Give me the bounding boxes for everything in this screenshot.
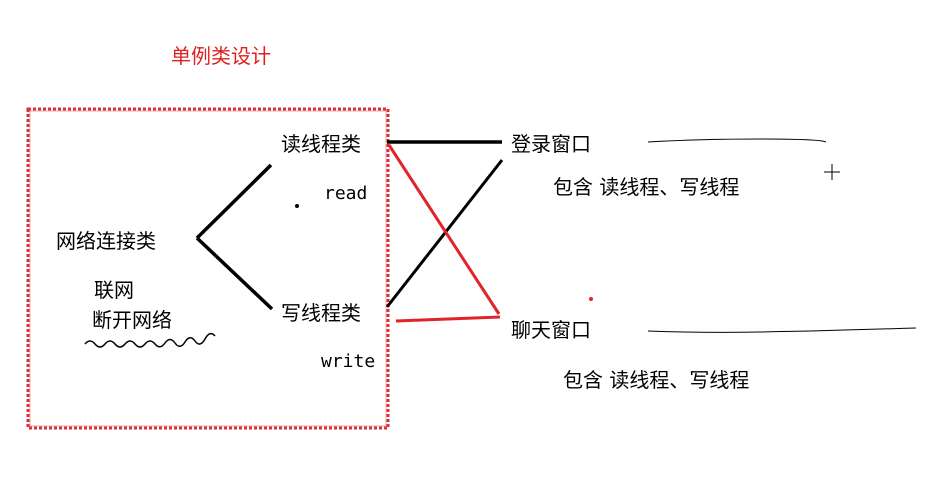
diagram-title: 单例类设计 — [171, 44, 271, 68]
network-class-box-inner — [29, 110, 387, 427]
write-to-chat-line — [395, 315, 501, 323]
read-thread-label: 读线程类 — [281, 132, 361, 156]
network-duty-connect: 联网 — [94, 278, 134, 302]
read-to-chat-line — [387, 144, 501, 315]
login-window-label: 登录窗口 — [511, 132, 591, 156]
write-thread-label: 写线程类 — [281, 301, 361, 325]
login-trailing-stroke — [647, 138, 827, 143]
write-to-login-line — [385, 159, 504, 308]
read-method-label: read — [324, 183, 368, 204]
network-class-box — [26, 107, 390, 430]
chat-window-contains: 包含 读线程、写线程 — [563, 368, 750, 392]
wavy-underline — [84, 332, 216, 348]
login-window-contains: 包含 读线程、写线程 — [553, 175, 740, 199]
network-class-label: 网络连接类 — [56, 229, 156, 253]
stray-dot-red — [589, 297, 593, 301]
branch-to-write — [195, 236, 274, 311]
network-duty-disconnect: 断开网络 — [92, 308, 172, 332]
branch-to-read — [195, 163, 273, 240]
stray-dot-black — [295, 204, 299, 208]
crosshair-cursor-icon — [824, 164, 840, 180]
chat-window-label: 聊天窗口 — [511, 318, 591, 342]
write-method-label: write — [321, 351, 376, 372]
chat-trailing-stroke — [647, 327, 917, 333]
